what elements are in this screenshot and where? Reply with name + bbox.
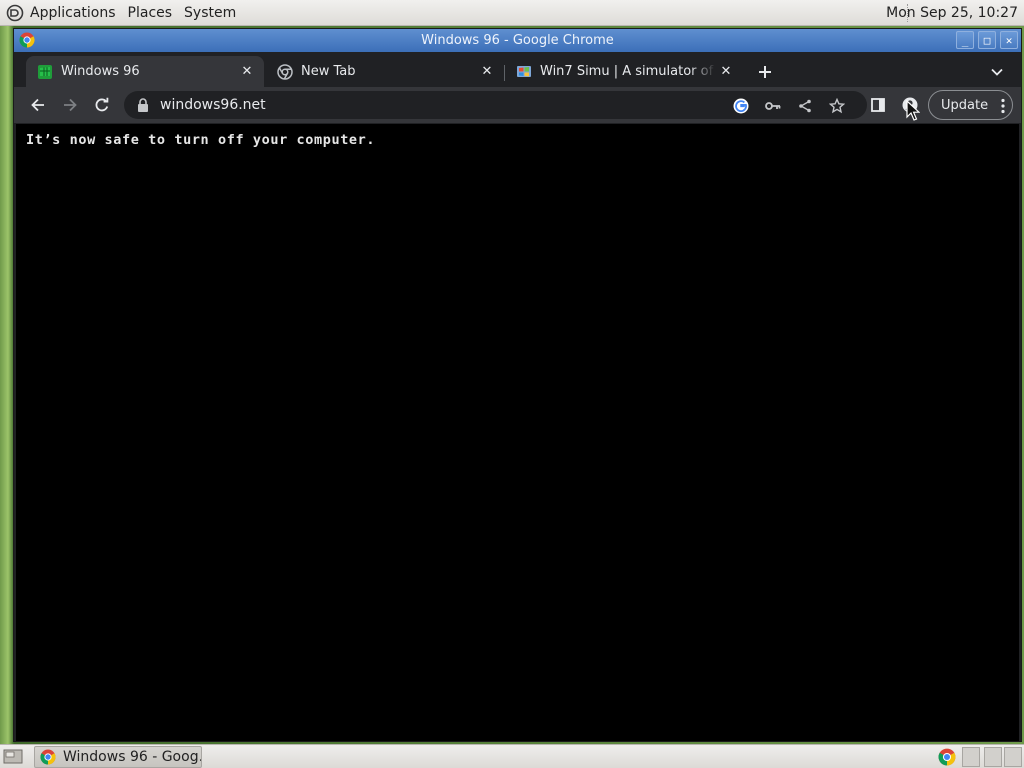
new-tab-button[interactable] bbox=[753, 60, 777, 84]
menu-applications[interactable]: Applications bbox=[24, 0, 122, 26]
back-button[interactable] bbox=[24, 91, 52, 119]
tray-chrome-icon[interactable] bbox=[938, 748, 956, 766]
bookmark-star-icon[interactable] bbox=[826, 95, 848, 117]
url-text[interactable]: windows96.net bbox=[160, 97, 266, 113]
mouse-cursor-icon bbox=[906, 100, 920, 121]
reload-icon bbox=[95, 97, 109, 112]
win7-icon bbox=[516, 64, 532, 80]
tab-new-tab[interactable]: New Tab ✕ bbox=[266, 56, 504, 87]
minimize-button[interactable]: _ bbox=[956, 31, 974, 49]
key-icon[interactable] bbox=[762, 95, 784, 117]
page-content[interactable]: It’s now safe to turn off your computer. bbox=[16, 124, 1019, 741]
close-tab-icon[interactable]: ✕ bbox=[716, 62, 736, 82]
show-desktop-icon[interactable] bbox=[3, 748, 23, 765]
window-title: Windows 96 - Google Chrome bbox=[421, 33, 614, 48]
tab-title: New Tab bbox=[301, 64, 356, 79]
top-panel: Applications Places System Mon Sep 25, 1… bbox=[0, 0, 1024, 26]
menu-system[interactable]: System bbox=[178, 0, 242, 26]
tab-title: Win7 Simu | A simulator of Windows 7 bbox=[540, 64, 716, 79]
taskbar-label: Windows 96 - Goog… bbox=[63, 749, 201, 765]
window-titlebar[interactable]: Windows 96 - Google Chrome _ □ ✕ bbox=[14, 29, 1021, 52]
chrome-icon bbox=[19, 32, 35, 48]
close-tab-icon[interactable]: ✕ bbox=[477, 62, 497, 82]
shutdown-message: It’s now safe to turn off your computer. bbox=[26, 132, 376, 148]
address-bar[interactable]: windows96.net bbox=[124, 91, 867, 119]
close-button[interactable]: ✕ bbox=[1000, 31, 1018, 49]
chrome-icon bbox=[40, 749, 56, 765]
tab-search-button[interactable] bbox=[985, 60, 1009, 84]
clock[interactable]: Mon Sep 25, 10:27 bbox=[878, 0, 1024, 26]
taskbar-chrome-window[interactable]: Windows 96 - Goog… bbox=[34, 746, 202, 768]
update-button[interactable]: Update bbox=[928, 90, 1013, 120]
close-tab-icon[interactable]: ✕ bbox=[237, 62, 257, 82]
side-panel-icon bbox=[871, 98, 885, 112]
forward-button[interactable] bbox=[56, 91, 84, 119]
bottom-panel: Windows 96 - Goog… bbox=[0, 744, 1024, 768]
google-icon[interactable] bbox=[730, 95, 752, 117]
workspace-2[interactable] bbox=[984, 747, 1002, 767]
menu-places[interactable]: Places bbox=[122, 0, 179, 26]
chevron-down-icon bbox=[991, 68, 1003, 76]
workspace-3[interactable] bbox=[1004, 747, 1022, 767]
toolbar: windows96.net Update bbox=[14, 87, 1021, 123]
maximize-button[interactable]: □ bbox=[978, 31, 996, 49]
chrome-window: Windows 96 - Google Chrome _ □ ✕ Windows… bbox=[13, 28, 1022, 742]
update-label: Update bbox=[941, 97, 989, 113]
share-icon[interactable] bbox=[794, 95, 816, 117]
side-panel-button[interactable] bbox=[864, 91, 892, 119]
mate-logo-icon[interactable] bbox=[6, 4, 24, 22]
workspace-1[interactable] bbox=[962, 747, 980, 767]
tab-windows96[interactable]: Windows 96 ✕ bbox=[26, 56, 264, 87]
reload-button[interactable] bbox=[88, 91, 116, 119]
tab-win7-simu[interactable]: Win7 Simu | A simulator of Windows 7 ✕ bbox=[505, 56, 743, 87]
chrome-icon bbox=[277, 63, 293, 80]
more-menu-icon bbox=[1001, 98, 1005, 114]
lock-icon[interactable] bbox=[136, 98, 150, 112]
back-arrow-icon bbox=[31, 98, 44, 112]
forward-arrow-icon bbox=[64, 98, 77, 112]
windows96-icon bbox=[37, 64, 53, 80]
plus-icon bbox=[759, 66, 771, 78]
tab-strip: Windows 96 ✕ New Tab ✕ Win7 Simu | A sim… bbox=[14, 52, 1021, 87]
tab-title: Windows 96 bbox=[61, 64, 140, 79]
